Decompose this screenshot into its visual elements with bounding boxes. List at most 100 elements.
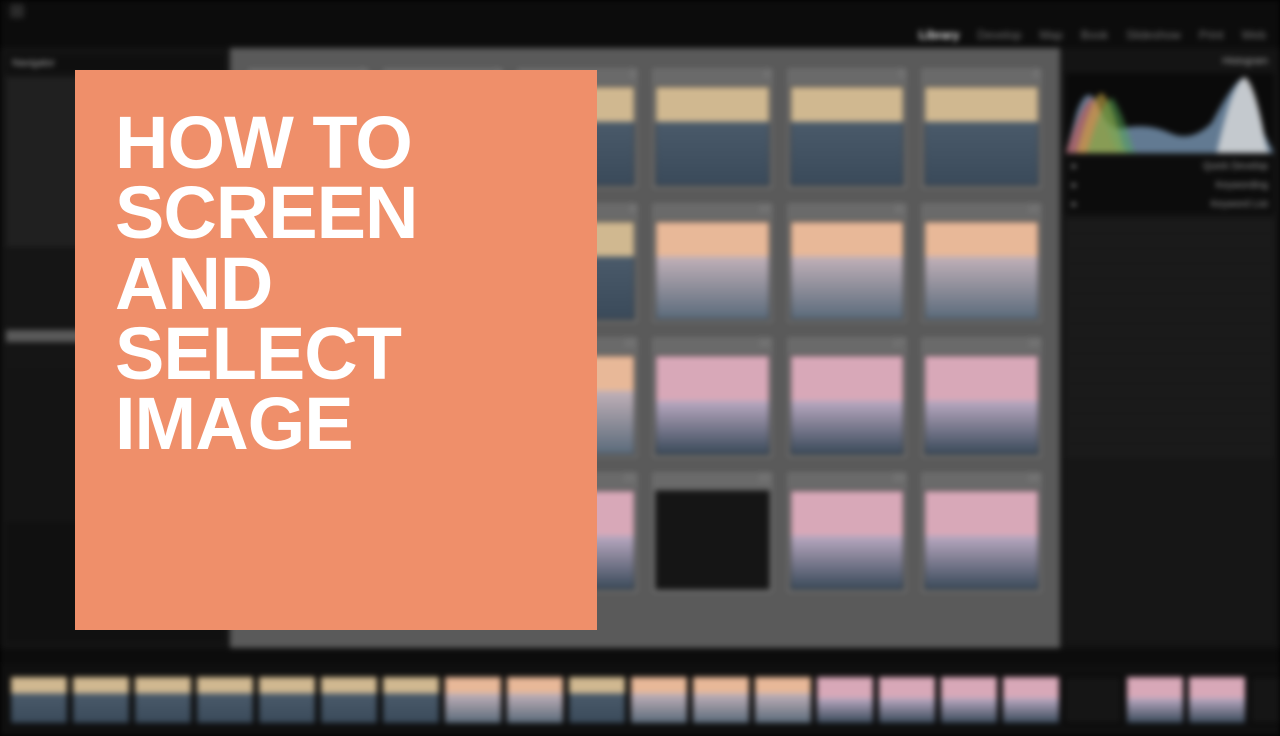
module-tab-develop[interactable]: Develop — [977, 28, 1021, 42]
keyword-row[interactable] — [1066, 369, 1274, 383]
filmstrip-image — [1003, 677, 1059, 723]
histogram-label: Histogram — [1066, 54, 1274, 69]
keyword-row[interactable] — [1066, 429, 1274, 443]
filmstrip-image — [693, 677, 749, 723]
filmstrip-thumb[interactable] — [444, 676, 502, 724]
module-tab-web[interactable]: Web — [1242, 28, 1266, 42]
filmstrip-thumb[interactable] — [10, 676, 68, 724]
thumbnail-cell[interactable]: 5 — [785, 66, 910, 191]
filmstrip-image — [755, 677, 811, 723]
thumbnail-image — [790, 355, 905, 455]
filmstrip-image — [1127, 677, 1183, 723]
keyword-row[interactable] — [1066, 294, 1274, 308]
titlebar — [0, 0, 1280, 22]
thumbnail-cell[interactable]: 6 — [919, 66, 1044, 191]
thumbnail-image — [790, 490, 905, 590]
cell-index: 11 — [786, 202, 909, 217]
bottom-toolbar — [0, 648, 1280, 664]
cell-index: 5 — [786, 67, 909, 82]
keyword-row[interactable] — [1066, 219, 1274, 233]
filmstrip[interactable] — [0, 664, 1280, 736]
module-tab-map[interactable]: Map — [1039, 28, 1062, 42]
thumbnail-image — [924, 355, 1039, 455]
panel-header-keywording[interactable]: ▸Keywording — [1066, 176, 1274, 195]
thumbnail-image — [655, 221, 770, 321]
filmstrip-thumb[interactable] — [878, 676, 936, 724]
filmstrip-thumb[interactable] — [754, 676, 812, 724]
cell-index: 24 — [920, 471, 1043, 486]
filmstrip-image — [1189, 677, 1245, 723]
filmstrip-thumb[interactable] — [692, 676, 750, 724]
filmstrip-thumb[interactable] — [1250, 676, 1280, 724]
thumbnail-cell[interactable]: 18 — [919, 335, 1044, 460]
keyword-row[interactable] — [1066, 264, 1274, 278]
cell-index: 18 — [920, 336, 1043, 351]
thumbnail-image — [655, 86, 770, 186]
app-logo-icon — [10, 4, 24, 18]
filmstrip-thumb[interactable] — [1188, 676, 1246, 724]
filmstrip-image — [879, 677, 935, 723]
filmstrip-thumb[interactable] — [568, 676, 626, 724]
cell-index: 23 — [786, 471, 909, 486]
cell-index: 10 — [651, 202, 774, 217]
thumbnail-image — [655, 490, 770, 590]
thumbnail-cell[interactable]: 24 — [919, 470, 1044, 595]
keyword-list — [1066, 218, 1274, 642]
panel-header-keyword-list[interactable]: ▸ Keyword List — [1066, 195, 1274, 214]
filmstrip-thumb[interactable] — [134, 676, 192, 724]
filmstrip-thumb[interactable] — [630, 676, 688, 724]
filmstrip-thumb[interactable] — [1126, 676, 1184, 724]
thumbnail-cell[interactable]: 16 — [650, 335, 775, 460]
keyword-row[interactable] — [1066, 354, 1274, 368]
thumbnail-cell[interactable]: 12 — [919, 201, 1044, 326]
filmstrip-thumb[interactable] — [506, 676, 564, 724]
panel-title: Quick Develop — [1203, 161, 1268, 172]
title-overlay-text: HOW TO SCREEN AND SELECT IMAGE — [115, 108, 559, 459]
keyword-row[interactable] — [1066, 384, 1274, 398]
filmstrip-image — [321, 677, 377, 723]
filmstrip-thumb[interactable] — [72, 676, 130, 724]
panel-title: Keyword List — [1211, 199, 1268, 210]
filmstrip-thumb[interactable] — [258, 676, 316, 724]
keyword-row[interactable] — [1066, 234, 1274, 248]
filmstrip-thumb[interactable] — [196, 676, 254, 724]
thumbnail-cell[interactable]: 22 — [650, 470, 775, 595]
filmstrip-image — [11, 677, 67, 723]
filmstrip-thumb[interactable] — [1064, 676, 1122, 724]
filmstrip-image — [73, 677, 129, 723]
keyword-row[interactable] — [1066, 444, 1274, 458]
filmstrip-thumb[interactable] — [940, 676, 998, 724]
thumbnail-image — [790, 221, 905, 321]
thumbnail-cell[interactable]: 11 — [785, 201, 910, 326]
thumbnail-cell[interactable]: 17 — [785, 335, 910, 460]
filmstrip-image — [941, 677, 997, 723]
keyword-row[interactable] — [1066, 324, 1274, 338]
cell-index: 6 — [920, 67, 1043, 82]
disclosure-icon: ▸ — [1072, 161, 1077, 172]
keyword-row[interactable] — [1066, 279, 1274, 293]
filmstrip-image — [135, 677, 191, 723]
thumbnail-cell[interactable]: 4 — [650, 66, 775, 191]
filmstrip-thumb[interactable] — [816, 676, 874, 724]
panel-header-quick-develop[interactable]: ▸ Quick Develop — [1066, 157, 1274, 176]
thumbnail-cell[interactable]: 10 — [650, 201, 775, 326]
keyword-row[interactable] — [1066, 339, 1274, 353]
module-tab-print[interactable]: Print — [1199, 28, 1224, 42]
thumbnail-image — [924, 490, 1039, 590]
module-tab-book[interactable]: Book — [1081, 28, 1108, 42]
filmstrip-thumb[interactable] — [382, 676, 440, 724]
thumbnail-cell[interactable]: 23 — [785, 470, 910, 595]
filmstrip-image — [383, 677, 439, 723]
filmstrip-image — [631, 677, 687, 723]
module-tab-slideshow[interactable]: Slideshow — [1126, 28, 1181, 42]
filmstrip-thumb[interactable] — [1002, 676, 1060, 724]
filmstrip-thumb[interactable] — [320, 676, 378, 724]
keyword-row[interactable] — [1066, 249, 1274, 263]
keyword-row[interactable] — [1066, 414, 1274, 428]
keyword-row[interactable] — [1066, 309, 1274, 323]
module-tab-library[interactable]: Library — [919, 28, 960, 42]
disclosure-icon: ▸ — [1072, 199, 1077, 210]
keyword-row[interactable] — [1066, 399, 1274, 413]
filmstrip-image — [507, 677, 563, 723]
histogram — [1066, 73, 1274, 153]
